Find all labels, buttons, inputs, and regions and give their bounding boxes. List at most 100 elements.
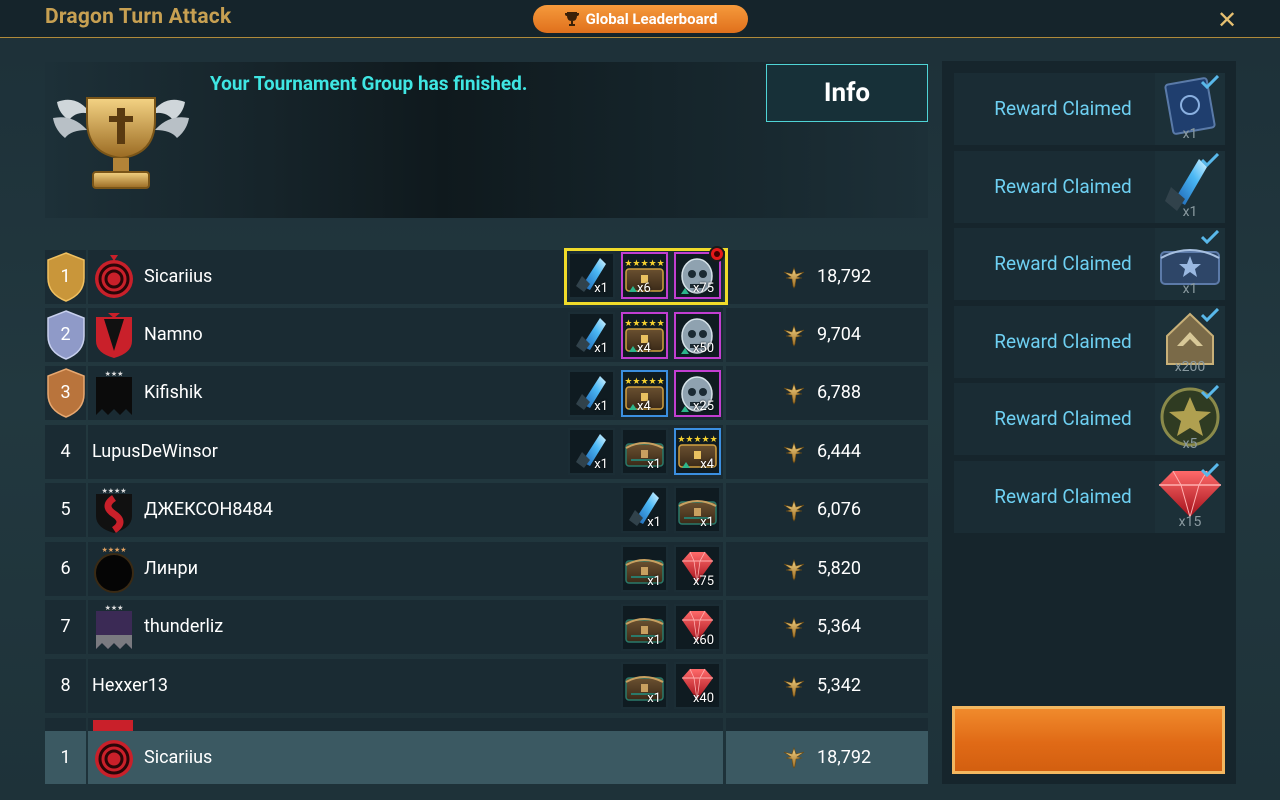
table-row[interactable]: 3 ★★★ Kifishik 6,788 [45,366,928,420]
trophy-icon [564,12,579,26]
rank-cell: 1 [45,250,86,304]
reward-qty: x4 [637,341,651,356]
reward-blue-shard[interactable]: x1 [568,428,615,475]
clan-avatar-icon [95,255,133,298]
points-value: 5,342 [817,675,862,696]
rank-cell: 1 [45,731,86,784]
rank-number: 1 [60,266,71,287]
points-value: 9,704 [817,324,862,345]
claimed-reward-item[interactable]: Reward Claimed x1 [954,73,1225,145]
table-row[interactable]: 2 Namno 9,704 [45,308,928,362]
reward-chest[interactable]: x1 [621,545,668,592]
rank-number: 7 [60,616,71,637]
claimed-reward-item[interactable]: Reward Claimed x1 [954,228,1225,300]
reward-qty: x75 [692,281,714,296]
tournament-finished-message: Your Tournament Group has finished. [210,72,528,95]
global-leaderboard-label: Global Leaderboard [585,10,718,28]
reward-qty: x1 [594,457,608,472]
reward-qty: x1 [594,281,608,296]
current-player-row[interactable]: 1 Sicariius 18,792 [45,731,928,784]
reward-qty: x50 [692,341,714,356]
reward-qty: x1 [594,341,608,356]
table-row[interactable]: 1 Sicariius 18,792 [45,250,928,304]
reward-chest[interactable]: x6 [621,252,668,299]
reward-icon-cell: x1 [1155,73,1225,145]
checkmark-icon [1201,153,1219,167]
info-button[interactable]: Info [766,64,928,122]
reward-skull-potion[interactable]: x25 [674,370,721,417]
table-row[interactable]: 7 ★★★ thunderliz 5,364 [45,600,928,654]
reward-chest[interactable]: x4 [621,312,668,359]
rank-number: 5 [60,499,71,520]
reward-qty: x15 [1178,514,1202,530]
points-value: 5,820 [817,558,862,579]
reward-qty: x1 [594,399,608,414]
reward-chest[interactable]: x1 [674,486,721,533]
checkmark-icon [1201,75,1219,89]
reward-blue-shard[interactable]: x1 [568,312,615,359]
reward-claimed-label: Reward Claimed [994,407,1132,430]
player-name: Линри [144,558,199,579]
player-name: thunderliz [144,616,224,637]
reward-icon-cell: x1 [1155,228,1225,300]
reward-qty: x1 [647,515,661,530]
points-value: 6,444 [817,441,862,462]
reward-claimed-label: Reward Claimed [994,175,1132,198]
player-name-cell: Sicariius [88,731,723,784]
reward-chest[interactable]: x4 [621,370,668,417]
table-row[interactable]: 5 ★★★★ ДЖЕКСОН8484 6,076 [45,483,928,537]
reward-claimed-label: Reward Claimed [994,330,1132,353]
page-title: Dragon Turn Attack [45,5,232,29]
tournament-points-icon [782,323,806,347]
clan-avatar-icon: ★★★★ [94,546,134,593]
rank-number: 1 [60,747,71,768]
claim-action-button[interactable] [952,706,1225,774]
reward-blue-shard[interactable]: x1 [568,370,615,417]
top-bar: Dragon Turn Attack Global Leaderboard ✕ [0,0,1280,38]
clan-avatar-icon: ★★★★ [96,487,132,533]
reward-chest[interactable]: x4 [674,428,721,475]
reward-qty: x75 [692,574,714,589]
reward-chest[interactable]: x1 [621,428,668,475]
reward-blue-shard[interactable]: x1 [568,252,615,299]
reward-blue-shard[interactable]: x1 [621,486,668,533]
reward-ruby[interactable]: x40 [674,662,721,709]
global-leaderboard-button[interactable]: Global Leaderboard [533,5,748,33]
points-cell [726,718,928,732]
reward-qty: x4 [637,399,651,414]
clan-avatar-icon [96,313,132,358]
reward-qty: x60 [692,633,714,648]
table-row[interactable]: 6 ★★★★ Линри 5,820 [45,542,928,596]
reward-chest[interactable]: x1 [621,662,668,709]
trophy-icon [53,97,189,189]
rank-number: 6 [60,558,71,579]
table-row[interactable]: 4 LupusDeWinsor 6,444 [45,425,928,479]
checkmark-icon [1201,385,1219,399]
claimed-reward-item[interactable]: Reward Claimed x1 [954,151,1225,223]
reward-chest[interactable]: x1 [621,604,668,651]
reward-ruby[interactable]: x60 [674,604,721,651]
tournament-points-icon [782,440,806,464]
close-icon[interactable]: ✕ [1214,7,1240,33]
player-name: Sicariius [144,747,213,768]
svg-text:★★★★: ★★★★ [101,546,126,554]
reward-icon-cell: x15 [1155,461,1225,533]
reward-ruby[interactable]: x75 [674,545,721,592]
reward-icon-cell: x1 [1155,151,1225,223]
rank-cell: 6 [45,542,86,596]
svg-text:★★★: ★★★ [105,370,124,378]
tournament-points-icon [782,745,806,769]
tournament-points-icon [782,615,806,639]
tournament-points-icon [782,557,806,581]
rank-cell: 2 [45,308,86,362]
reward-qty: x1 [647,691,661,706]
reward-skull-potion[interactable]: x50 [674,312,721,359]
claimed-reward-item[interactable]: Reward Claimed x200 [954,306,1225,378]
reward-qty: x1 [700,515,714,530]
table-row[interactable]: 8 Hexxer13 5,342 [45,659,928,713]
reward-claimed-label: Reward Claimed [994,252,1132,275]
tournament-points-icon [782,265,806,289]
claimed-reward-item[interactable]: Reward Claimed x5 [954,383,1225,455]
claimed-reward-item[interactable]: Reward Claimed x15 [954,461,1225,533]
rank-cell: 4 [45,425,86,479]
